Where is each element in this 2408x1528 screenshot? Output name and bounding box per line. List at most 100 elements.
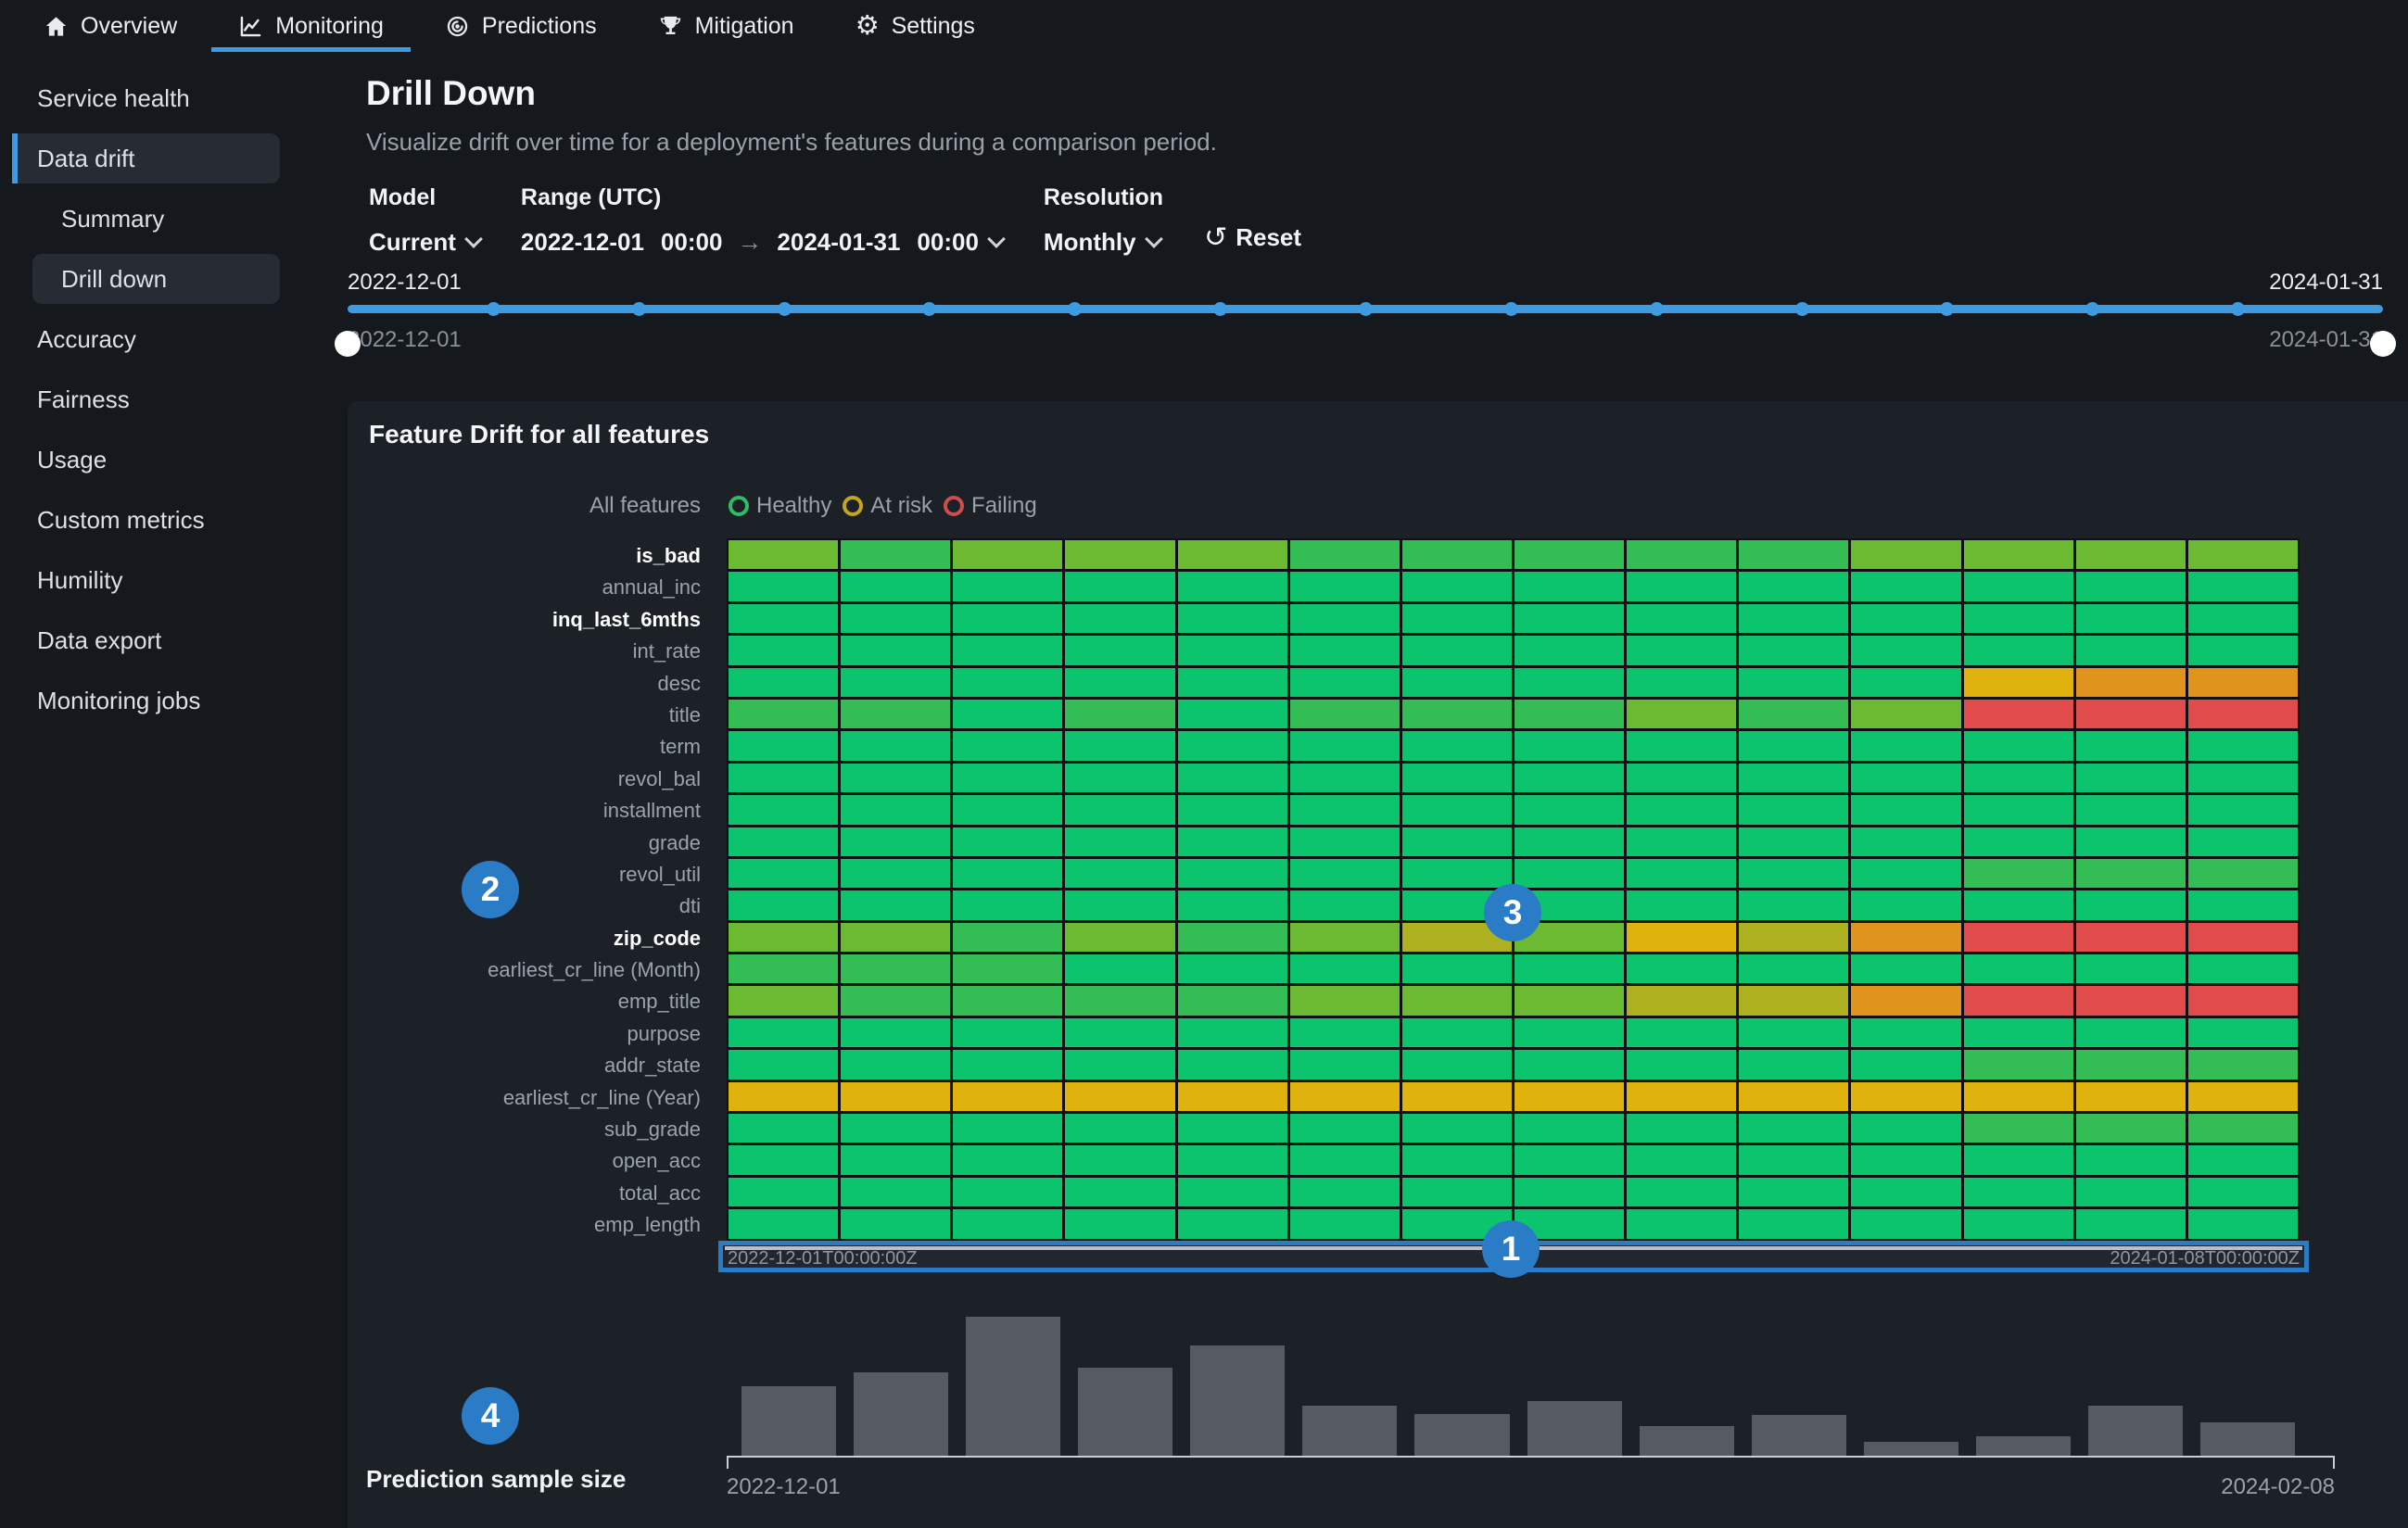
heatmap-cell[interactable]	[1964, 1114, 2073, 1143]
heatmap-cell[interactable]	[953, 764, 1062, 792]
heatmap-cell[interactable]	[1515, 572, 1624, 600]
heatmap-cell[interactable]	[953, 890, 1062, 919]
slider-handle-start[interactable]	[335, 331, 361, 357]
heatmap-cell[interactable]	[1178, 1178, 1287, 1206]
heatmap-cell[interactable]	[2076, 1018, 2186, 1047]
heatmap-cell[interactable]	[1515, 1082, 1624, 1111]
heatmap-cell[interactable]	[841, 572, 950, 600]
heatmap-cell[interactable]	[1964, 636, 2073, 664]
nav-item-settings[interactable]: ⚙Settings	[825, 0, 1006, 52]
heatmap-cell[interactable]	[1515, 1114, 1624, 1143]
sidebar-item-humility[interactable]: Humility	[0, 550, 348, 611]
heatmap-cell[interactable]	[1515, 827, 1624, 856]
heatmap-cell[interactable]	[1851, 1050, 1960, 1079]
heatmap-cell[interactable]	[1402, 1145, 1512, 1174]
heatmap-cell[interactable]	[953, 827, 1062, 856]
heatmap-cell[interactable]	[729, 1018, 838, 1047]
resolution-select[interactable]: Monthly	[1044, 228, 1160, 257]
heatmap-cell[interactable]	[2188, 1209, 2298, 1238]
heatmap-cell[interactable]	[2076, 1209, 2186, 1238]
heatmap-cell[interactable]	[1515, 859, 1624, 888]
heatmap-cell[interactable]	[953, 986, 1062, 1015]
heatmap-cell[interactable]	[953, 604, 1062, 633]
heatmap-cell[interactable]	[2076, 1050, 2186, 1079]
model-select[interactable]: Current	[369, 228, 480, 257]
heatmap-cell[interactable]	[1964, 859, 2073, 888]
heatmap-cell[interactable]	[1290, 1178, 1400, 1206]
heatmap-cell[interactable]	[1851, 890, 1960, 919]
sidebar-item-data-drift[interactable]: Data drift	[12, 133, 280, 183]
legend-item-at-risk[interactable]: At risk	[843, 493, 932, 519]
heatmap-cell[interactable]	[1290, 572, 1400, 600]
heatmap-cell[interactable]	[1739, 1209, 1848, 1238]
heatmap-cell[interactable]	[1178, 540, 1287, 569]
heatmap-cell[interactable]	[1178, 731, 1287, 760]
heatmap-cell[interactable]	[841, 700, 950, 728]
heatmap-cell[interactable]	[1627, 890, 1736, 919]
heatmap-cell[interactable]	[1290, 827, 1400, 856]
heatmap-cell[interactable]	[1290, 636, 1400, 664]
heatmap-cell[interactable]	[1402, 1082, 1512, 1111]
heatmap-cell[interactable]	[1402, 1114, 1512, 1143]
heatmap-cell[interactable]	[2188, 923, 2298, 952]
heatmap-cell[interactable]	[1627, 827, 1736, 856]
heatmap-cell[interactable]	[1627, 1209, 1736, 1238]
heatmap-cell[interactable]	[1739, 700, 1848, 728]
heatmap-cell[interactable]	[1290, 1209, 1400, 1238]
heatmap-cell[interactable]	[1739, 859, 1848, 888]
heatmap-cell[interactable]	[1178, 636, 1287, 664]
heatmap-cell[interactable]	[841, 1145, 950, 1174]
heatmap-cell[interactable]	[1964, 890, 2073, 919]
heatmap-cell[interactable]	[1964, 986, 2073, 1015]
heatmap-cell[interactable]	[1739, 1050, 1848, 1079]
heatmap-cell[interactable]	[729, 1050, 838, 1079]
heatmap-cell[interactable]	[1290, 540, 1400, 569]
heatmap-cell[interactable]	[841, 1178, 950, 1206]
heatmap-cell[interactable]	[2076, 954, 2186, 983]
heatmap-cell[interactable]	[953, 572, 1062, 600]
heatmap-cell[interactable]	[1402, 795, 1512, 824]
heatmap-cell[interactable]	[2188, 731, 2298, 760]
heatmap-cell[interactable]	[1178, 859, 1287, 888]
heatmap-cell[interactable]	[1178, 1082, 1287, 1111]
heatmap-cell[interactable]	[953, 1018, 1062, 1047]
heatmap-cell[interactable]	[1065, 923, 1174, 952]
heatmap-cell[interactable]	[1964, 1209, 2073, 1238]
heatmap-cell[interactable]	[1627, 764, 1736, 792]
heatmap-cell[interactable]	[1739, 604, 1848, 633]
heatmap-cell[interactable]	[1851, 636, 1960, 664]
heatmap-cell[interactable]	[1515, 764, 1624, 792]
heatmap-cell[interactable]	[1739, 1145, 1848, 1174]
heatmap-cell[interactable]	[1739, 731, 1848, 760]
heatmap-cell[interactable]	[1065, 795, 1174, 824]
heatmap-cell[interactable]	[1964, 1050, 2073, 1079]
heatmap-cell[interactable]	[1065, 986, 1174, 1015]
heatmap-cell[interactable]	[2188, 604, 2298, 633]
heatmap-cell[interactable]	[1178, 954, 1287, 983]
heatmap-cell[interactable]	[2076, 668, 2186, 697]
heatmap-cell[interactable]	[1739, 827, 1848, 856]
heatmap-cell[interactable]	[1627, 1145, 1736, 1174]
heatmap-cell[interactable]	[1851, 1082, 1960, 1111]
heatmap-cell[interactable]	[729, 731, 838, 760]
heatmap-cell[interactable]	[1178, 604, 1287, 633]
heatmap-cell[interactable]	[2076, 700, 2186, 728]
heatmap-cell[interactable]	[1290, 1082, 1400, 1111]
heatmap-cell[interactable]	[1627, 1178, 1736, 1206]
heatmap-cell[interactable]	[1851, 859, 1960, 888]
heatmap-cell[interactable]	[1402, 540, 1512, 569]
heatmap-cell[interactable]	[1402, 731, 1512, 760]
sidebar-item-accuracy[interactable]: Accuracy	[0, 309, 348, 370]
heatmap-cell[interactable]	[1851, 1114, 1960, 1143]
heatmap-cell[interactable]	[1402, 859, 1512, 888]
heatmap-cell[interactable]	[1402, 764, 1512, 792]
heatmap-cell[interactable]	[2188, 636, 2298, 664]
heatmap-cell[interactable]	[953, 1178, 1062, 1206]
heatmap-cell[interactable]	[2188, 1018, 2298, 1047]
range-select[interactable]: 2022-12-01 00:00 → 2024-01-31 00:00	[521, 228, 1003, 257]
heatmap-cell[interactable]	[1739, 1082, 1848, 1111]
heatmap-cell[interactable]	[729, 1178, 838, 1206]
heatmap-cell[interactable]	[841, 1050, 950, 1079]
heatmap-cell[interactable]	[2188, 795, 2298, 824]
heatmap-cell[interactable]	[729, 923, 838, 952]
